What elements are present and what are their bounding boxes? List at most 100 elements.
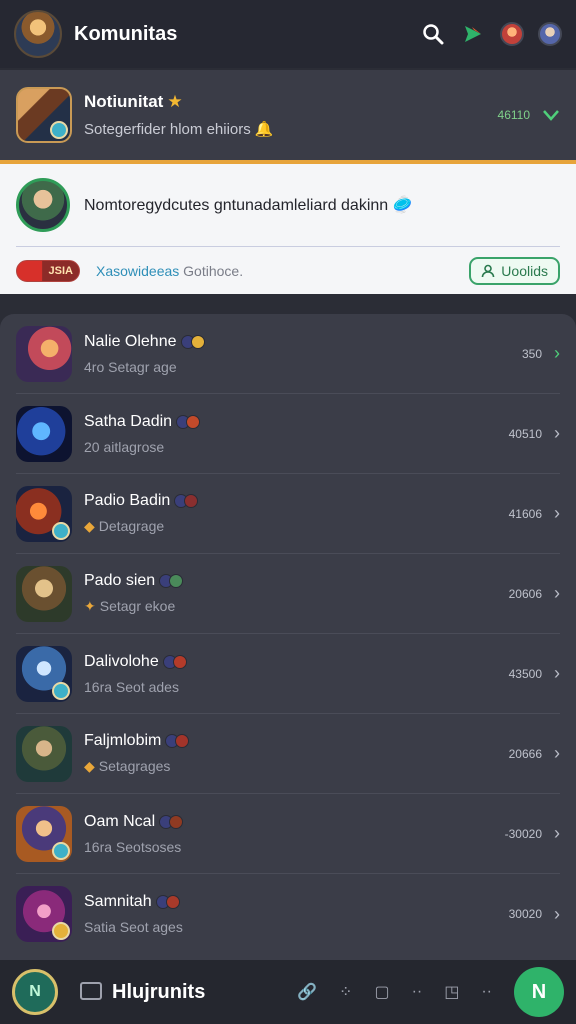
subtitle-label: Detagrage [98, 518, 165, 534]
chat-avatar [16, 725, 72, 782]
list-item[interactable]: Dalivolohe 16ra Seot ades 43500 › [16, 634, 560, 714]
list-item-subtitle: 4ro Setagr age [84, 358, 177, 375]
chevron-right-icon[interactable]: › [554, 663, 560, 684]
gem-icon: ◆ [84, 758, 95, 774]
chevron-right-icon[interactable]: › [554, 583, 560, 604]
list-item[interactable]: Pado sien ✦ Setagr ekoe 20606 › [16, 554, 560, 634]
list-item-title: Pado sien [84, 572, 509, 590]
list-item-text: Oam Ncal 16ra Seotsoses [84, 813, 505, 855]
message-text: Nomtoregydcutes gntunadamleliard dakinn … [84, 195, 560, 215]
chevron-right-icon[interactable]: › [554, 503, 560, 524]
fab-button[interactable]: N [514, 967, 564, 1017]
nav-label: Hlujrunits [112, 980, 206, 1003]
chevron-right-icon[interactable]: › [554, 423, 560, 444]
list-item-title: Nalie Olehne [84, 333, 522, 351]
more-icon[interactable]: ·· [481, 983, 492, 1001]
chat-avatar [16, 645, 72, 702]
search-icon[interactable] [420, 21, 446, 47]
chat-avatar [16, 886, 72, 942]
follow-button[interactable]: Uoolids [469, 257, 560, 285]
list-item-text: Nalie Olehne 4ro Setagr age [84, 333, 522, 375]
chevron-right-icon[interactable]: › [554, 343, 560, 364]
message-avatar[interactable] [16, 178, 70, 232]
status-badge [52, 841, 70, 860]
friend-avatar[interactable] [500, 22, 524, 46]
list-item-text: Pado sien ✦ Setagr ekoe [84, 572, 509, 615]
list-item-time: 20666 [508, 746, 542, 761]
list-item-subtitle: ◆ Detagrage [84, 518, 509, 535]
subtitle-label: Setagrages [98, 758, 171, 774]
list-item-title: Faljmlobim [84, 732, 509, 750]
title-label: Faljmlobim [84, 732, 162, 749]
list-item-time: 20606 [508, 586, 542, 601]
emoji-icon: 🥏 [392, 197, 413, 214]
home-button[interactable]: N [12, 969, 58, 1015]
folder-icon[interactable] [80, 982, 102, 1000]
list-item-time: 40510 [508, 426, 542, 441]
list-item[interactable]: Faljmlobim ◆ Setagrages 20666 › [16, 714, 560, 794]
list-item-meta: 20666 › [509, 743, 560, 764]
link-icon[interactable]: 🔗 [297, 982, 317, 1002]
group-icon[interactable]: ⁘ [339, 982, 352, 1002]
pinned-conversation[interactable]: Notiunitat ★ Sotegerfider hlom ehiiors 🔔 4… [0, 70, 576, 164]
list-item-title: Samnitah [84, 893, 509, 911]
title-label: Padio Badin [84, 492, 171, 509]
list-item-title: Satha Dadin [84, 413, 509, 431]
list-item-meta: 40510 › [509, 423, 560, 444]
chevron-right-icon[interactable]: › [554, 904, 560, 925]
list-item-time: 43500 [508, 666, 542, 681]
list-item[interactable]: Samnitah Satia Seot ages 30020 › [16, 874, 560, 954]
title-label: Dalivolohe [84, 652, 159, 670]
reaction-pill[interactable]: JSIA [16, 260, 80, 282]
nav-icons: 🔗 ⁘ ▢ ·· ◳ ·· [297, 982, 492, 1002]
title-label: Satha Dadin [84, 412, 173, 430]
profile-avatar[interactable] [14, 10, 62, 58]
message-actions: JSIA Xasowideeas Gotihoce. Uoolids [16, 257, 560, 285]
title-label: Oam Ncal [84, 812, 156, 830]
list-item-time: 41606 [508, 506, 542, 521]
member-dots [155, 895, 180, 909]
pinned-name: Notiunitat ★ [84, 92, 498, 112]
chevron-right-icon[interactable]: › [554, 743, 560, 764]
pinned-subtitle-label: Sotegerfider hlom ehiiors [84, 121, 251, 138]
gem-icon: ✦ [84, 598, 96, 614]
status-badge [52, 681, 70, 700]
friend-avatar[interactable] [538, 22, 562, 46]
top-actions [420, 21, 562, 47]
message-body: Nomtoregydcutes gntunadamleliard dakinn [84, 197, 389, 214]
list-item-text: Satha Dadin 20 aitlagrose [84, 413, 509, 455]
chat-icon[interactable]: ◳ [444, 982, 459, 1002]
chevron-down-icon[interactable] [542, 108, 560, 122]
list-item-text: Samnitah Satia Seot ages [84, 893, 509, 935]
member-dots [180, 334, 205, 349]
link-label: Xasowideeas [96, 263, 180, 279]
square-icon[interactable]: ▢ [374, 982, 389, 1002]
message-card[interactable]: Nomtoregydcutes gntunadamleliard dakinn … [0, 164, 576, 294]
pinned-time: 46110 [497, 108, 530, 122]
status-badge [52, 521, 70, 540]
chat-avatar [16, 805, 72, 862]
list-item-time: 350 [521, 346, 542, 361]
pinned-avatar [16, 87, 72, 143]
subtitle-label: Setagr ekoe [99, 598, 176, 614]
list-item[interactable]: Padio Badin ◆ Detagrage 41606 › [16, 474, 560, 554]
send-icon[interactable] [460, 21, 486, 47]
more-icon[interactable]: ·· [412, 983, 423, 1001]
message-row: Nomtoregydcutes gntunadamleliard dakinn … [16, 178, 560, 232]
star-icon: ★ [167, 92, 183, 111]
chat-avatar [16, 485, 72, 542]
member-dots [165, 734, 190, 748]
gem-icon: ◆ [84, 518, 95, 534]
list-item[interactable]: Oam Ncal 16ra Seotsoses -30020 › [16, 794, 560, 874]
list-item[interactable]: Nalie Olehne 4ro Setagr age 350 › [16, 314, 560, 394]
chat-avatar [16, 405, 72, 462]
list-item-time: -30020 [504, 826, 542, 841]
message-link[interactable]: Xasowideeas Gotihoce. [96, 263, 243, 279]
member-dots [176, 414, 201, 429]
chevron-right-icon[interactable]: › [554, 823, 560, 844]
list-item[interactable]: Satha Dadin 20 aitlagrose 40510 › [16, 394, 560, 474]
follow-label: Uoolids [501, 263, 548, 279]
list-item-subtitle: 16ra Seotsoses [84, 838, 182, 855]
list-item-text: Faljmlobim ◆ Setagrages [84, 732, 509, 775]
list-item-meta: 43500 › [509, 663, 560, 684]
